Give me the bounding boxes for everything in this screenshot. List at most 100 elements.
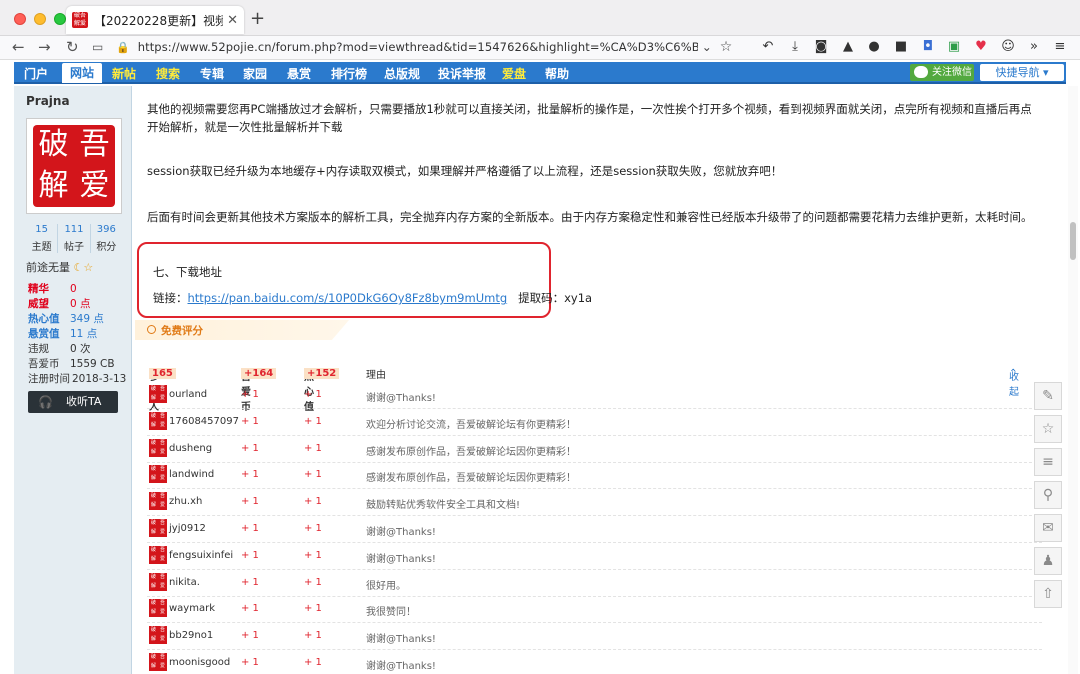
follow-user-button[interactable]: 🎧 收听TA xyxy=(28,391,118,413)
follow-wechat-label: 关注微信 xyxy=(932,67,972,78)
reply-edit-icon[interactable]: ✎ xyxy=(1034,382,1062,410)
avatar[interactable]: 破吾解爱 xyxy=(149,519,167,537)
avatar[interactable]: 破吾解爱 xyxy=(149,492,167,511)
rating-row: 破吾解爱 zhu.xh + 1 + 1 鼓励转贴优秀软件安全工具和文档! xyxy=(147,489,1042,517)
list-icon[interactable]: ≡ xyxy=(1034,448,1062,476)
extension-face-icon[interactable]: ☺ xyxy=(1000,39,1016,55)
rater-coins: + 1 xyxy=(241,549,259,561)
bookmark-star-icon[interactable]: ☆ xyxy=(720,39,733,55)
logo-char: 爱 xyxy=(79,168,110,203)
avatar[interactable]: 破吾解爱 xyxy=(149,572,167,591)
extension-rocket-icon[interactable]: ▲ xyxy=(840,39,856,55)
nav-item-ranking[interactable]: 排行榜 xyxy=(331,65,367,82)
download-link[interactable]: https://pan.baidu.com/s/10P0DkG6Oy8Fz8by… xyxy=(188,291,508,305)
free-rating-label: 免费评分 xyxy=(161,325,203,337)
reader-view-icon[interactable]: ▭ xyxy=(92,40,103,54)
reload-icon[interactable]: ↻ xyxy=(66,38,79,56)
nav-item-home[interactable]: 家园 xyxy=(243,65,267,82)
author-stats: 15 主题 111 帖子 396 积分 xyxy=(26,224,122,253)
nav-item-rules[interactable]: 总版规 xyxy=(384,65,420,82)
download-link-line: 链接：https://pan.baidu.com/s/10P0DkG6Oy8Fz… xyxy=(153,290,592,306)
stat-posts[interactable]: 111 帖子 xyxy=(57,224,89,253)
back-to-top-icon[interactable]: ⇧ xyxy=(1034,580,1062,608)
avatar[interactable]: 破吾解爱 xyxy=(149,411,167,430)
avatar[interactable]: 破吾解爱 xyxy=(149,438,167,457)
field-register-date: 注册时间 2018-3-13 xyxy=(28,373,127,385)
rater-username[interactable]: zhu.xh xyxy=(169,496,202,507)
stat-points[interactable]: 396 积分 xyxy=(89,224,122,253)
search-icon[interactable]: ⚲ xyxy=(1034,481,1062,509)
new-tab-icon[interactable]: + xyxy=(250,8,265,29)
rating-row: 破吾解爱 jyj0912 + 1 + 1 谢谢@Thanks! xyxy=(147,516,1042,543)
field-coins: 吾爱币 1559 CB xyxy=(28,358,115,370)
nav-item-bounty[interactable]: 悬赏 xyxy=(287,65,311,82)
forward-icon[interactable]: → xyxy=(38,38,51,56)
rater-coins: + 1 xyxy=(241,442,259,454)
back-icon[interactable]: ← xyxy=(12,38,25,56)
nav-item-portal[interactable]: 门户 xyxy=(24,65,48,82)
logo-char: 解 xyxy=(38,168,69,203)
wechat-share-icon[interactable]: ✉ xyxy=(1034,514,1062,542)
minimize-window-button[interactable] xyxy=(34,13,46,25)
rater-heart: + 1 xyxy=(304,657,322,668)
rater-coins: + 1 xyxy=(241,603,259,615)
chevron-down-icon[interactable]: ⌄ xyxy=(702,40,712,54)
close-tab-icon[interactable]: ✕ xyxy=(227,13,238,28)
nav-item-search[interactable]: 搜索 xyxy=(156,65,180,82)
stat-topics[interactable]: 15 主题 xyxy=(26,224,57,253)
avatar[interactable]: 破吾解爱 xyxy=(149,599,167,618)
avatar[interactable]: 破吾解爱 xyxy=(149,385,167,403)
screenshot-icon[interactable]: ◙ xyxy=(813,39,829,55)
close-window-button[interactable] xyxy=(14,13,26,25)
logo-char: 吾 xyxy=(79,127,110,162)
nav-item-albums[interactable]: 专辑 xyxy=(200,65,224,82)
nav-item-aipan[interactable]: 爱盘 xyxy=(502,65,526,82)
rating-row: 破吾解爱 17608457097 + 1 + 1 欢迎分析讨论交流，吾爱破解论坛有你更精… xyxy=(147,409,1042,436)
overflow-icon[interactable]: » xyxy=(1026,39,1042,55)
nav-item-help[interactable]: 帮助 xyxy=(545,65,569,82)
rater-username[interactable]: 17608457097 xyxy=(169,416,239,427)
favorite-star-icon[interactable]: ☆ xyxy=(1034,415,1062,443)
rater-heart: + 1 xyxy=(304,415,322,427)
undo-close-icon[interactable]: ↶ xyxy=(760,39,776,55)
free-rating-bar[interactable]: 免费评分 xyxy=(135,320,349,340)
user-icon[interactable]: ♟ xyxy=(1034,547,1062,575)
rater-username[interactable]: ourland xyxy=(169,389,207,400)
extension-shield-icon[interactable]: ■ xyxy=(893,39,909,55)
rater-username[interactable]: waymark xyxy=(169,603,215,614)
address-bar[interactable]: 🔒 https://www.52pojie.cn/forum.php?mod=v… xyxy=(116,37,752,57)
rater-username[interactable]: dusheng xyxy=(169,443,212,454)
post-paragraph: session获取已经升级为本地缓存+内存读取双模式，如果理解并严格遵循了以上流… xyxy=(147,164,783,178)
browser-tab[interactable]: 破吾解爱 【20220228更新】视频号下载器V ✕ xyxy=(66,6,244,34)
save-icon[interactable]: ▣ xyxy=(946,39,962,55)
scrollbar-thumb[interactable] xyxy=(1070,222,1076,260)
download-icon[interactable]: ⤓ xyxy=(787,39,803,55)
rater-username[interactable]: bb29no1 xyxy=(169,630,213,641)
rater-username[interactable]: nikita. xyxy=(169,577,200,588)
quick-nav-button[interactable]: 快捷导航 ▾ xyxy=(980,64,1064,81)
avatar[interactable]: 破吾解爱 xyxy=(149,626,167,645)
avatar[interactable]: 破 吾 解 爱 xyxy=(26,118,122,214)
extension-circle-icon[interactable]: ● xyxy=(866,39,882,55)
nav-item-report[interactable]: 投诉举报 xyxy=(438,65,486,82)
rater-coins: + 1 xyxy=(241,630,259,642)
nav-item-new-posts[interactable]: 新帖 xyxy=(112,65,136,82)
pocket-icon[interactable]: ♥ xyxy=(973,39,989,55)
rater-username[interactable]: jyj0912 xyxy=(169,523,206,534)
author-name[interactable]: Prajna xyxy=(26,94,70,108)
zoom-window-button[interactable] xyxy=(54,13,66,25)
rater-username[interactable]: fengsuixinfei xyxy=(169,550,233,561)
field-essence: 精华 0 xyxy=(28,283,77,295)
nav-item-site[interactable]: 网站 xyxy=(62,63,103,83)
bitwarden-icon[interactable]: ◘ xyxy=(920,39,936,55)
rater-username[interactable]: moonisgood xyxy=(169,657,230,668)
follow-wechat-button[interactable]: 关注微信 xyxy=(910,64,974,81)
menu-icon[interactable]: ≡ xyxy=(1052,39,1068,55)
page-scrollbar[interactable] xyxy=(1068,86,1078,674)
avatar[interactable]: 破吾解爱 xyxy=(149,545,167,564)
avatar[interactable]: 破吾解爱 xyxy=(149,465,167,484)
field-violations: 违规 0 次 xyxy=(28,343,91,355)
rater-username[interactable]: landwind xyxy=(169,469,214,480)
rater-coins: + 1 xyxy=(241,576,259,588)
avatar[interactable]: 破吾解爱 xyxy=(149,653,167,671)
